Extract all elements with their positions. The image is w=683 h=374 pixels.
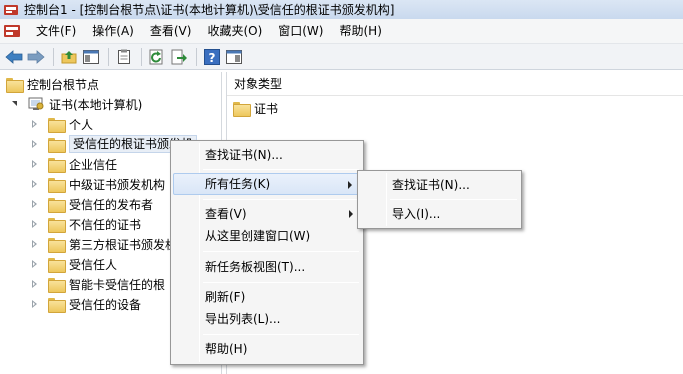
tree-item-personal[interactable]: 个人	[30, 114, 93, 134]
folder-icon	[6, 77, 24, 93]
expand-arrow-icon[interactable]	[30, 219, 40, 229]
folder-icon	[48, 237, 66, 253]
folder-icon	[233, 101, 251, 117]
menu-item-view[interactable]: 查看(V)	[173, 203, 361, 225]
tree-item-untrusted[interactable]: 不信任的证书	[30, 214, 141, 234]
menu-item-all-tasks[interactable]: 所有任务(K)	[173, 173, 361, 195]
folder-icon	[48, 177, 66, 193]
properties-icon[interactable]	[114, 47, 134, 67]
tree-label: 第三方根证书颁发机	[69, 237, 178, 252]
menu-item-new-taskpad[interactable]: 新任务板视图(T)...	[173, 256, 361, 278]
all-tasks-submenu: 查找证书(N)... 导入(I)...	[357, 170, 522, 229]
window-title: 控制台1 - [控制台根节点\证书(本地计算机)\受信任的根证书颁发机构]	[24, 3, 395, 17]
tree-item-enterprise-trust[interactable]: 企业信任	[30, 154, 117, 174]
toolbar-separator	[141, 47, 142, 66]
back-arrow-icon[interactable]	[4, 47, 24, 67]
submenu-arrow-icon	[349, 210, 353, 218]
menu-item-find-certificates[interactable]: 查找证书(N)...	[173, 144, 361, 166]
tree-item-smartcard-root[interactable]: 智能卡受信任的根	[30, 274, 165, 294]
context-menu: 查找证书(N)... 所有任务(K) 查看(V) 从这里创建窗口(W) 新任务板…	[170, 140, 364, 365]
tree-label: 不信任的证书	[69, 217, 142, 232]
menu-separator	[203, 282, 359, 283]
tree-label: 证书(本地计算机)	[49, 97, 143, 112]
menu-item-find-certificates[interactable]: 查找证书(N)...	[360, 174, 519, 196]
tree-label: 受信任的设备	[69, 297, 142, 312]
system-menu-icon[interactable]	[4, 24, 20, 38]
tree-label: 控制台根节点	[27, 77, 100, 92]
forward-arrow-icon[interactable]	[26, 47, 46, 67]
menu-item-export-list[interactable]: 导出列表(L)...	[173, 308, 361, 330]
menu-separator	[203, 251, 359, 252]
tree-label: 智能卡受信任的根	[69, 277, 166, 292]
toolbar-separator	[196, 47, 197, 66]
column-header-object-type[interactable]: 对象类型	[227, 72, 683, 96]
expand-arrow-icon[interactable]	[30, 139, 40, 149]
expand-arrow-icon[interactable]	[30, 119, 40, 129]
list-item[interactable]: 证书	[227, 98, 683, 118]
expand-arrow-icon[interactable]	[30, 279, 40, 289]
expand-arrow-icon[interactable]	[30, 199, 40, 209]
expand-arrow-icon[interactable]	[30, 299, 40, 309]
folder-icon	[48, 137, 66, 153]
menu-item-new-window[interactable]: 从这里创建窗口(W)	[173, 225, 361, 247]
menu-item-help[interactable]: 帮助(H)	[173, 338, 361, 360]
menu-separator	[203, 199, 359, 200]
tree-item-computer[interactable]: 证书(本地计算机)	[10, 94, 142, 114]
tree-label: 受信任人	[69, 257, 118, 272]
menu-window[interactable]: 窗口(W)	[270, 19, 331, 44]
menu-separator	[390, 199, 517, 200]
expand-arrow-icon[interactable]	[30, 259, 40, 269]
menu-item-refresh[interactable]: 刷新(F)	[173, 286, 361, 308]
export-list-icon[interactable]	[169, 47, 189, 67]
tree-item-trusted-publishers[interactable]: 受信任的发布者	[30, 194, 153, 214]
tree-label: 中级证书颁发机构	[69, 177, 166, 192]
toolbar-separator	[53, 47, 54, 66]
collapse-arrow-icon[interactable]	[10, 99, 20, 109]
tree-label: 个人	[69, 117, 94, 132]
menu-favorites[interactable]: 收藏夹(O)	[199, 19, 270, 44]
submenu-arrow-icon	[348, 181, 352, 189]
tree-item-trusted-people[interactable]: 受信任人	[30, 254, 117, 274]
toolbar: ?	[0, 44, 683, 70]
menu-separator	[203, 334, 359, 335]
folder-icon	[48, 297, 66, 313]
menu-action[interactable]: 操作(A)	[84, 19, 142, 44]
folder-icon	[48, 117, 66, 133]
menu-bar: 文件(F) 操作(A) 查看(V) 收藏夹(O) 窗口(W) 帮助(H)	[0, 19, 683, 44]
expand-arrow-icon[interactable]	[30, 179, 40, 189]
folder-icon	[48, 217, 66, 233]
tree-item-intermediate-ca[interactable]: 中级证书颁发机构	[30, 174, 165, 194]
show-hide-tree-icon[interactable]	[81, 47, 101, 67]
expand-arrow-icon[interactable]	[30, 239, 40, 249]
svg-text:?: ?	[209, 51, 216, 65]
menu-item-label: 所有任务(K)	[205, 177, 271, 191]
tree-label: 受信任的发布者	[69, 197, 154, 212]
tree-item-trusted-devices[interactable]: 受信任的设备	[30, 294, 141, 314]
tree-item-third-party-root[interactable]: 第三方根证书颁发机	[30, 234, 177, 254]
menu-item-import[interactable]: 导入(I)...	[360, 203, 519, 225]
folder-icon	[48, 197, 66, 213]
menu-help[interactable]: 帮助(H)	[331, 19, 389, 44]
tree-item-root[interactable]: 控制台根节点	[6, 74, 99, 94]
show-hide-action-pane-icon[interactable]	[224, 47, 244, 67]
certificate-store-icon	[28, 97, 44, 111]
folder-icon	[48, 157, 66, 173]
title-bar: 控制台1 - [控制台根节点\证书(本地计算机)\受信任的根证书颁发机构]	[0, 0, 683, 19]
refresh-icon[interactable]	[147, 47, 167, 67]
menu-separator	[203, 169, 359, 170]
folder-icon	[48, 277, 66, 293]
expand-arrow-icon[interactable]	[30, 159, 40, 169]
folder-icon	[48, 257, 66, 273]
list-item-label: 证书	[254, 101, 279, 116]
menu-view[interactable]: 查看(V)	[142, 19, 200, 44]
help-icon[interactable]: ?	[202, 47, 222, 67]
toolbar-separator	[108, 47, 109, 66]
console-icon	[4, 4, 18, 16]
menu-file[interactable]: 文件(F)	[28, 19, 84, 44]
tree-label: 企业信任	[69, 157, 118, 172]
menu-item-label: 查看(V)	[205, 207, 247, 221]
up-level-icon[interactable]	[59, 47, 79, 67]
